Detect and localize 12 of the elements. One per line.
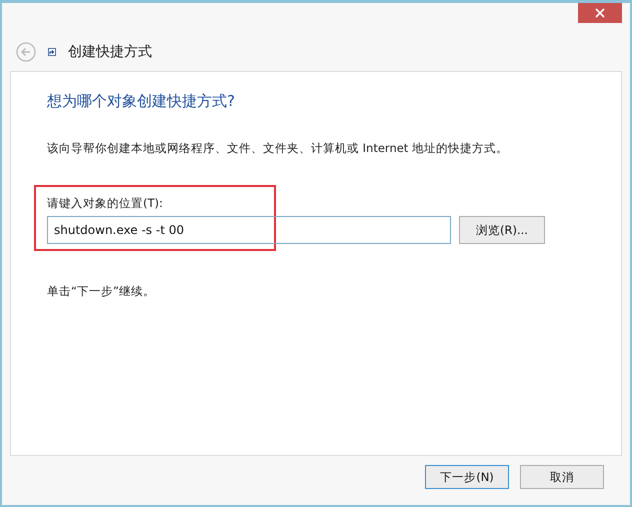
location-input[interactable]: shutdown.exe -s -t 00 bbox=[47, 216, 451, 244]
hint-text: 单击“下一步”继续。 bbox=[47, 284, 156, 299]
location-label: 请键入对象的位置(T): bbox=[47, 196, 164, 211]
close-icon bbox=[595, 8, 605, 18]
shortcut-icon bbox=[48, 48, 56, 56]
close-button[interactable] bbox=[578, 3, 622, 23]
description-text: 该向导帮你创建本地或网络程序、文件、文件夹、计算机或 Internet 地址的快捷方式。 bbox=[47, 141, 509, 156]
dialog-button[interactable]: 取消 bbox=[520, 465, 604, 489]
window-title: 创建快捷方式 bbox=[68, 43, 152, 61]
page-heading: 想为哪个对象创建快捷方式? bbox=[47, 92, 236, 111]
browse-button[interactable]: 浏览(R)... bbox=[459, 216, 545, 244]
dialog-button[interactable]: 下一步(N) bbox=[425, 465, 509, 489]
